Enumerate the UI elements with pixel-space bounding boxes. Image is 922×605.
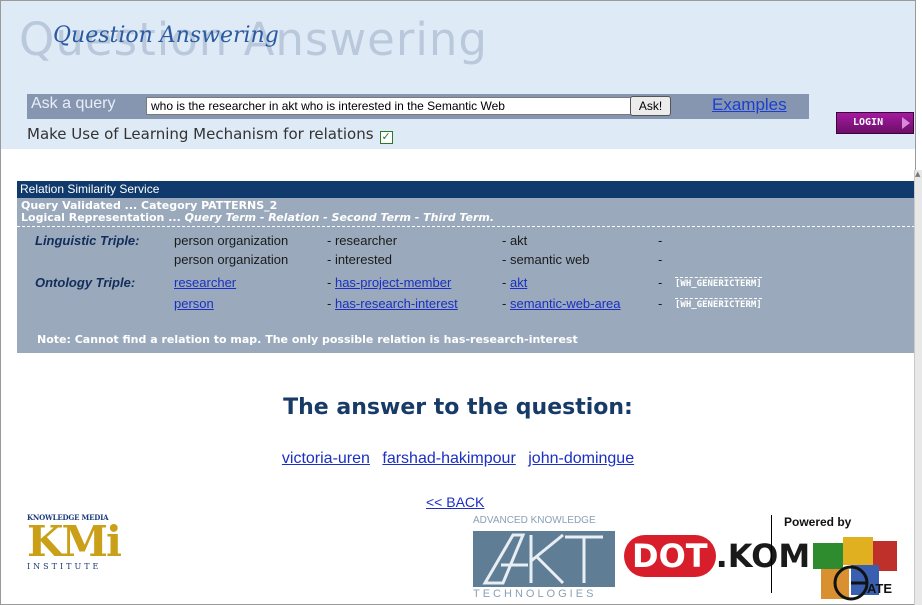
panel-title: Relation Similarity Service bbox=[17, 181, 915, 198]
ontology-term-link[interactable]: person bbox=[174, 296, 214, 311]
linguistic-third-term: - bbox=[658, 233, 663, 248]
divider bbox=[17, 226, 915, 227]
logical-prefix: Logical Representation ... bbox=[21, 211, 185, 224]
vertical-scrollbar[interactable]: ▲ bbox=[914, 170, 922, 605]
dash: - bbox=[327, 275, 332, 290]
akt-logo-mark bbox=[473, 531, 615, 587]
dotkom-logo-rest: .KOM bbox=[715, 537, 811, 575]
ontology-term-link[interactable]: researcher bbox=[174, 275, 236, 290]
dash: - bbox=[327, 296, 332, 311]
linguistic-term: person organization bbox=[174, 233, 289, 248]
powered-by-label: Powered by bbox=[784, 515, 852, 529]
ontology-second-term: - semantic-web-area bbox=[502, 296, 621, 311]
answer-heading: The answer to the question: bbox=[283, 395, 633, 420]
kmi-logo: KNOWLEDGE MEDIA KMi INSTITUTE bbox=[27, 513, 145, 579]
linguistic-second-term: - semantic web bbox=[502, 252, 590, 267]
learning-mechanism-checkbox[interactable]: ✓ bbox=[379, 131, 393, 144]
examples-link[interactable]: Examples bbox=[712, 95, 787, 115]
kmi-logo-mark: KMi bbox=[27, 517, 122, 566]
gate-puzzle-icon bbox=[813, 537, 897, 601]
linguistic-term: person organization bbox=[174, 252, 289, 267]
gate-logo-text: ATE bbox=[867, 581, 893, 596]
ontology-second-term: - akt bbox=[502, 275, 527, 290]
relation-similarity-panel: Relation Similarity Service Query Valida… bbox=[17, 181, 915, 353]
wh-genericterm: [WH_GENERICTERM] bbox=[675, 277, 762, 289]
akt-logo-bottom: TECHNOLOGIES bbox=[473, 588, 597, 600]
back-link[interactable]: << BACK bbox=[426, 494, 484, 510]
answer-link[interactable]: john-domingue bbox=[528, 450, 634, 467]
login-button[interactable]: LOGIN bbox=[836, 112, 914, 134]
akt-logo-top: ADVANCED KNOWLEDGE bbox=[473, 515, 596, 526]
wh-genericterm: [WH_GENERICTERM] bbox=[675, 298, 762, 310]
answer-link[interactable]: victoria-uren bbox=[282, 450, 370, 467]
gate-logo: ATE bbox=[811, 537, 915, 604]
ontology-relation-link[interactable]: has-project-member bbox=[335, 275, 451, 290]
learning-mechanism-label: Make Use of Learning Mechanism for relat… bbox=[27, 125, 374, 143]
ontology-term: researcher bbox=[174, 275, 236, 290]
login-label: LOGIN bbox=[853, 117, 884, 128]
dash: - bbox=[658, 296, 663, 311]
akt-mark-icon bbox=[482, 533, 603, 585]
query-bar: Ask a query who is the researcher in akt… bbox=[27, 94, 809, 119]
ontology-triple-label: Ontology Triple: bbox=[35, 275, 136, 290]
header: Question Answering Question Answering As… bbox=[1, 1, 915, 149]
ontology-second-term-link[interactable]: akt bbox=[510, 275, 527, 290]
dotkom-logo-red: DOT bbox=[624, 535, 716, 577]
logo-divider bbox=[771, 515, 772, 593]
logical-terms: Query Term - Relation - Second Term - Th… bbox=[184, 211, 495, 224]
answer-results: victoria-uren farshad-hakimpour john-dom… bbox=[1, 450, 915, 468]
browser-page: Question Answering Question Answering As… bbox=[0, 0, 916, 605]
akt-logo: ADVANCED KNOWLEDGE TECHNOLOGIES bbox=[473, 515, 615, 604]
linguistic-second-term: - akt bbox=[502, 233, 528, 248]
ontology-relation-link[interactable]: has-research-interest bbox=[335, 296, 458, 311]
ontology-relation: - has-research-interest bbox=[327, 296, 458, 311]
dash: - bbox=[502, 296, 507, 311]
arrow-right-icon bbox=[902, 117, 910, 129]
page-title: Question Answering bbox=[53, 23, 279, 48]
linguistic-triple-label: Linguistic Triple: bbox=[35, 233, 140, 248]
dash: - bbox=[502, 275, 507, 290]
scroll-up-icon[interactable]: ▲ bbox=[915, 170, 922, 178]
ontology-second-term-link[interactable]: semantic-web-area bbox=[510, 296, 621, 311]
logical-representation: Logical Representation ... Query Term - … bbox=[21, 211, 494, 224]
ask-button[interactable]: Ask! bbox=[630, 96, 671, 116]
answer-link[interactable]: farshad-hakimpour bbox=[382, 450, 515, 467]
dash: - bbox=[658, 275, 663, 290]
kmi-logo-institute: INSTITUTE bbox=[27, 562, 102, 571]
relation-note: Note: Cannot find a relation to map. The… bbox=[37, 333, 578, 346]
ask-query-label: Ask a query bbox=[31, 95, 116, 112]
dotkom-logo: DOT .KOM bbox=[624, 535, 810, 585]
linguistic-relation: - researcher bbox=[327, 233, 398, 248]
linguistic-relation: - interested bbox=[327, 252, 393, 267]
linguistic-third-term: - bbox=[658, 252, 663, 267]
ontology-term: person bbox=[174, 296, 214, 311]
ontology-relation: - has-project-member bbox=[327, 275, 451, 290]
learning-mechanism-option: Make Use of Learning Mechanism for relat… bbox=[27, 125, 393, 144]
query-input[interactable]: who is the researcher in akt who is inte… bbox=[146, 97, 632, 115]
